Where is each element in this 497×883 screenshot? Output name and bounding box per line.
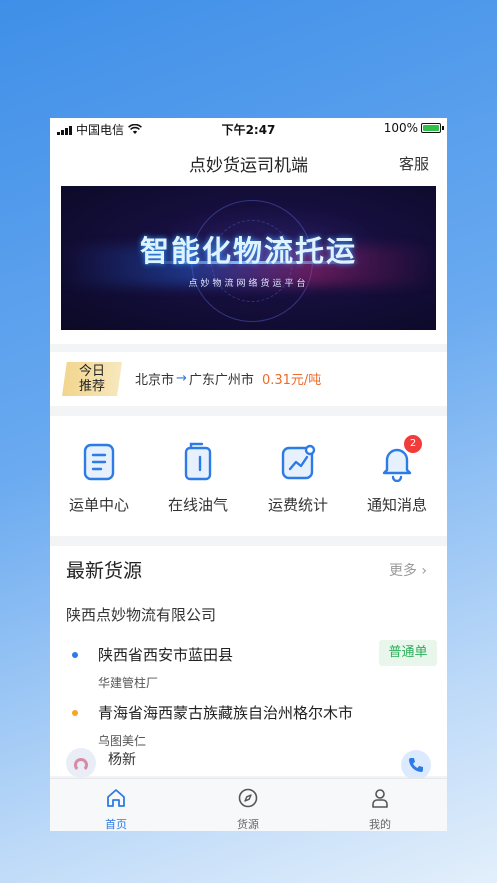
order-type-badge: 普通单 bbox=[379, 640, 437, 666]
page-title: 点妙货运司机端 bbox=[189, 156, 308, 176]
feature-label: 在线油气 bbox=[167, 496, 228, 514]
feature-notifications[interactable]: 2 通知消息 bbox=[349, 434, 445, 515]
user-icon bbox=[372, 789, 388, 808]
tab-cargo[interactable]: 货源 bbox=[208, 787, 288, 831]
feature-waybill-center[interactable]: 运单中心 bbox=[51, 442, 147, 515]
section-title: 最新货源 bbox=[66, 560, 143, 582]
home-icon bbox=[107, 789, 125, 807]
latest-cargo-section: 最新货源 更多 › 陕西点妙物流有限公司 陕西省西安市蓝田县 华建管柱厂 普通单… bbox=[50, 546, 447, 780]
route-from: 北京市 bbox=[135, 373, 175, 388]
compass-icon bbox=[238, 788, 258, 808]
feature-online-fuel[interactable]: 在线油气 bbox=[150, 442, 246, 515]
more-link[interactable]: 更多 › bbox=[389, 560, 427, 580]
notification-badge: 2 bbox=[403, 434, 423, 454]
destination-address: 青海省海西蒙古族藏族自治州格尔木市 bbox=[98, 704, 354, 722]
origin-dot bbox=[72, 652, 78, 658]
call-button[interactable] bbox=[401, 750, 431, 780]
cargo-company: 陕西点妙物流有限公司 bbox=[66, 606, 217, 624]
destination-dot bbox=[72, 710, 78, 716]
banner-headline: 智能化物流托运 bbox=[139, 234, 357, 268]
document-icon bbox=[81, 442, 117, 482]
recommend-route: 北京市 → 广东广州市 0.31元/吨 bbox=[135, 369, 321, 388]
destination-detail: 乌图美仁 bbox=[98, 734, 147, 748]
banner[interactable]: 智能化物流托运 点妙物流网络货运平台 bbox=[61, 186, 436, 330]
tab-label: 货源 bbox=[237, 818, 259, 831]
driver-name: 杨新 bbox=[108, 752, 136, 768]
nav-bar: 点妙货运司机端 客服 bbox=[50, 140, 447, 184]
recommend-tag-label: 今日推荐 bbox=[78, 364, 105, 394]
banner-subtitle: 点妙物流网络货运平台 bbox=[188, 279, 309, 289]
feature-label: 通知消息 bbox=[366, 496, 427, 514]
avatar bbox=[66, 748, 96, 778]
phone-icon bbox=[409, 758, 423, 772]
phone-screen: 中国电信 下午2:47 100% 点妙货运司机端 客服 智能化物流托运 点妙物流… bbox=[50, 118, 447, 831]
origin-detail: 华建管柱厂 bbox=[98, 676, 159, 690]
status-right: 100% bbox=[383, 121, 444, 135]
more-label: 更多 bbox=[388, 563, 417, 579]
recommend-tag: 今日推荐 bbox=[62, 362, 122, 396]
recommend-bar[interactable]: 今日推荐 北京市 → 广东广州市 0.31元/吨 bbox=[50, 352, 447, 406]
feature-label: 运费统计 bbox=[267, 496, 328, 514]
chart-icon bbox=[280, 442, 316, 482]
tab-bar: 首页 货源 我的 bbox=[50, 778, 447, 831]
tab-label: 我的 bbox=[369, 818, 391, 831]
customer-service-button[interactable]: 客服 bbox=[399, 153, 429, 174]
fuel-icon bbox=[180, 442, 216, 482]
status-bar: 中国电信 下午2:47 100% bbox=[50, 118, 447, 140]
tab-home[interactable]: 首页 bbox=[76, 787, 156, 831]
chevron-right-icon: › bbox=[421, 563, 427, 579]
route-to: 广东广州市 bbox=[188, 373, 254, 388]
feature-grid: 运单中心 在线油气 运费统计 2 通知消息 bbox=[50, 416, 447, 536]
banner-section: 智能化物流托运 点妙物流网络货运平台 bbox=[50, 184, 447, 344]
arrow-right-icon: → bbox=[176, 371, 187, 386]
origin-address: 陕西省西安市蓝田县 bbox=[98, 646, 234, 664]
bell-icon: 2 bbox=[379, 434, 423, 483]
route-price: 0.31元/吨 bbox=[261, 373, 322, 388]
feature-label: 运单中心 bbox=[68, 496, 129, 514]
battery-percent: 100% bbox=[383, 121, 418, 135]
feature-freight-stats[interactable]: 运费统计 bbox=[250, 442, 346, 515]
tab-label: 首页 bbox=[105, 818, 127, 831]
tab-profile[interactable]: 我的 bbox=[340, 787, 420, 831]
battery-icon bbox=[421, 123, 444, 133]
